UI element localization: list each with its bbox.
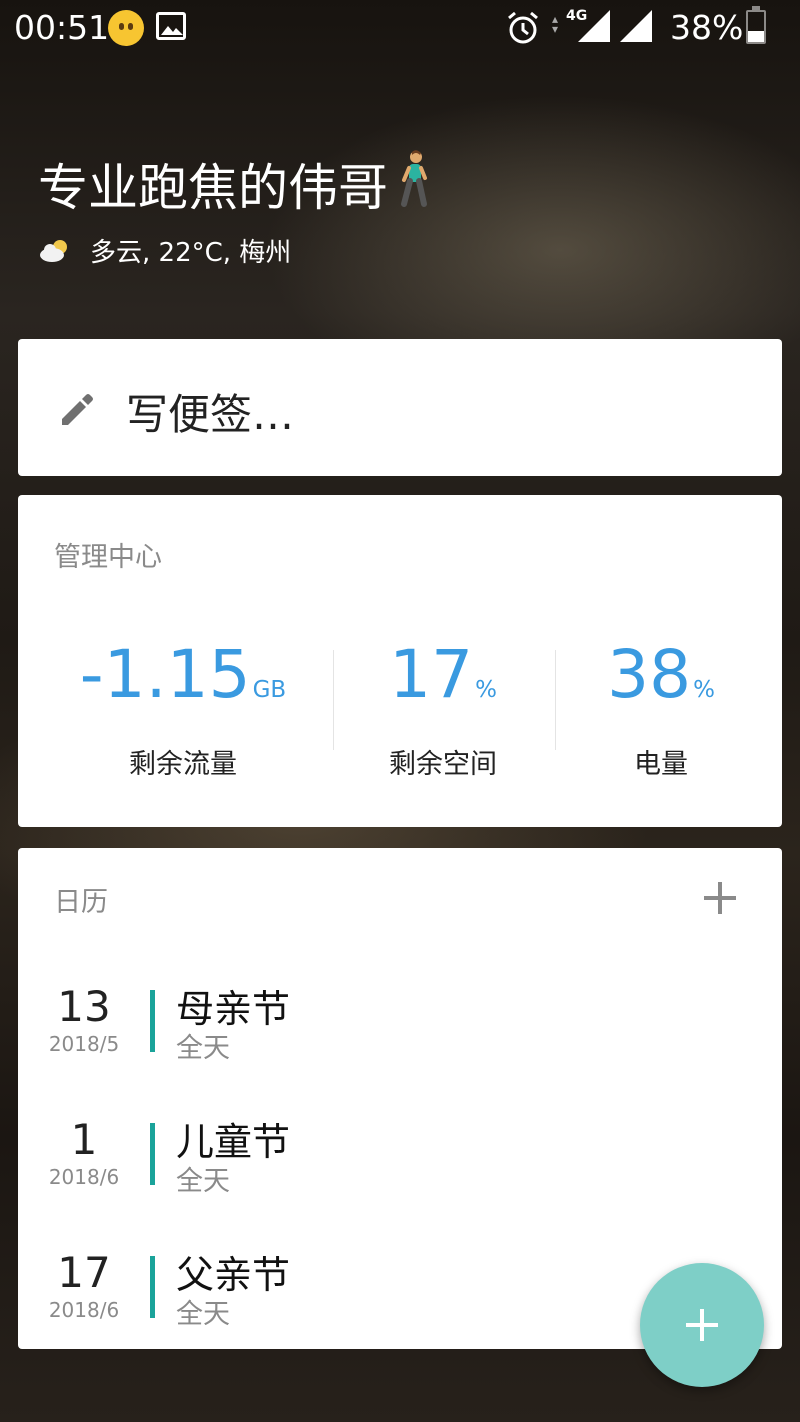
stat-label: 电量 [634,749,688,780]
event-date: 2018/6 [48,1165,120,1189]
calendar-event[interactable]: 13 2018/5 母亲节 全天 [18,982,782,1078]
stat-value: -1.15GB [79,636,287,713]
event-subtitle: 全天 [176,1299,230,1330]
event-bar [150,1123,155,1185]
status-time: 00:51 [14,8,110,47]
calendar-title: 日历 [54,887,108,918]
event-day: 1 [70,1115,98,1164]
management-card: 管理中心 -1.15GB 剩余流量 17% 剩余空间 38% 电量 [18,495,782,827]
signal-icon [578,10,610,46]
weather-row: 多云, 22°C, 梅州 [38,230,291,270]
event-name: 儿童节 [176,1120,291,1164]
plus-icon[interactable] [702,880,738,920]
stat-battery[interactable]: 38% 电量 [566,635,756,781]
partly-cloudy-icon [38,237,72,263]
event-subtitle: 全天 [176,1166,230,1197]
event-bar [150,1256,155,1318]
pencil-icon [58,391,94,431]
event-subtitle: 全天 [176,1033,230,1064]
stat-unit: % [475,677,497,703]
stat-unit: % [693,677,715,703]
data-activity-icon: ▴ ▾ [552,12,559,36]
title-text: 专业跑焦的伟哥 [38,159,388,217]
battery-percent: 38% [670,8,744,47]
add-fab-button[interactable] [640,1263,764,1387]
divider [333,650,334,750]
stat-storage-remaining[interactable]: 17% 剩余空间 [348,635,538,781]
signal-icon [620,10,652,46]
weather-text: 多云, 22°C, 梅州 [90,237,292,268]
management-title: 管理中心 [54,542,162,573]
stat-unit: GB [252,677,287,703]
stat-value: 17% [389,636,497,713]
status-bar: 00:51 ▴ ▾ 4G 38% [0,0,800,56]
note-input-placeholder[interactable]: 写便签… [126,381,294,442]
battery-icon [746,6,766,44]
alarm-icon [505,10,541,50]
image-icon [156,12,186,40]
note-card[interactable]: 写便签… [18,339,782,476]
event-name: 父亲节 [176,1253,291,1297]
event-date: 2018/5 [48,1032,120,1056]
page-title: 专业跑焦的伟哥 [38,148,434,220]
divider [555,650,556,750]
stat-label: 剩余流量 [129,749,237,780]
stat-data-remaining[interactable]: -1.15GB 剩余流量 [68,635,298,781]
event-date: 2018/6 [48,1298,120,1322]
stat-label: 剩余空间 [389,749,497,780]
event-day: 17 [57,1248,111,1297]
battery-level [748,30,764,42]
event-bar [150,990,155,1052]
emoji-neutral-icon [108,10,144,46]
calendar-event[interactable]: 1 2018/6 儿童节 全天 [18,1115,782,1211]
event-day: 13 [57,982,111,1031]
event-name: 母亲节 [176,987,291,1031]
stat-value: 38% [607,636,715,713]
person-walking-icon [394,148,434,220]
